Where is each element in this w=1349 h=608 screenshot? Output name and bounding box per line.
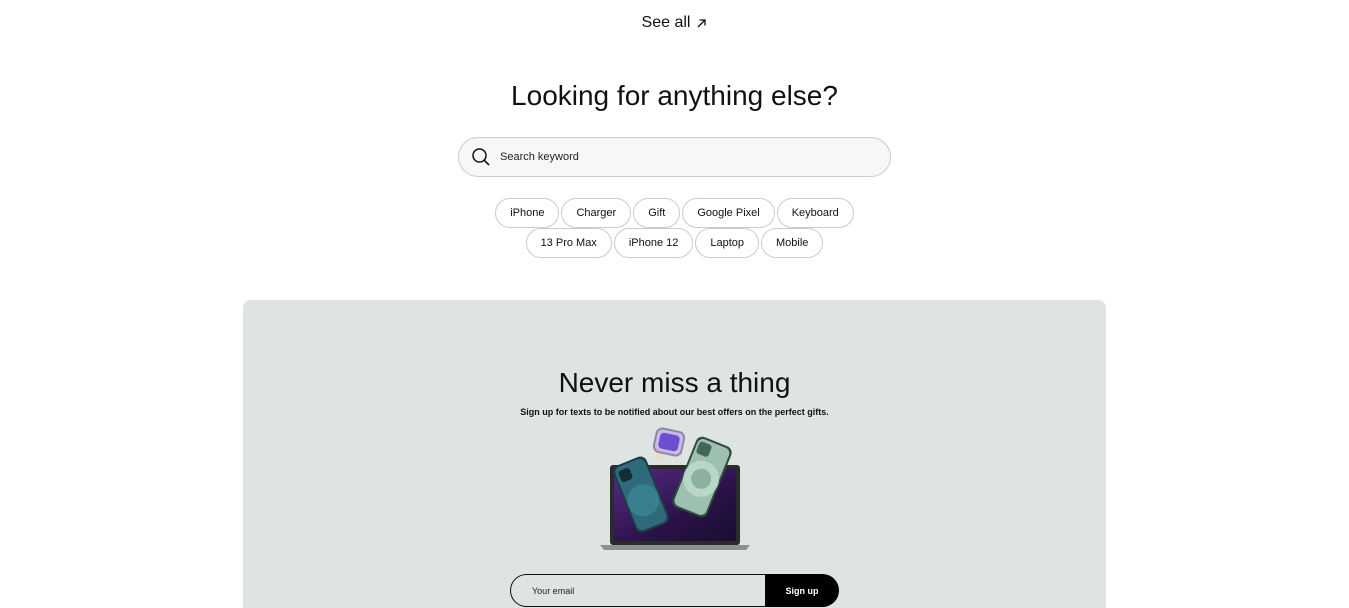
devices-illustration [600,427,750,550]
email-signup-form: Sign up [510,574,839,607]
chip-keyboard[interactable]: Keyboard [776,198,854,228]
arrow-up-right-icon [696,18,707,29]
chip-13-pro-max[interactable]: 13 Pro Max [525,228,612,258]
suggestion-chips: iPhone Charger Gift Google Pixel Keyboar… [0,198,1349,258]
see-all-link[interactable]: See all [0,11,1349,35]
see-all-label: See all [641,14,691,31]
chip-laptop[interactable]: Laptop [695,228,760,258]
signup-subtitle: Sign up for texts to be notified about o… [520,407,829,417]
chip-charger[interactable]: Charger [561,198,632,228]
email-input[interactable] [510,574,765,607]
chip-iphone[interactable]: iPhone [495,198,560,228]
signup-button[interactable]: Sign up [765,574,839,607]
chip-iphone-12[interactable]: iPhone 12 [613,228,694,258]
search-icon [471,147,491,167]
search-input[interactable] [500,138,860,176]
chip-google-pixel[interactable]: Google Pixel [682,198,775,228]
chip-row-2: 13 Pro Max iPhone 12 Laptop Mobile [525,228,824,258]
signup-title: Never miss a thing [558,367,791,398]
search-bar[interactable] [458,137,891,177]
search-section-title: Looking for anything else? [511,80,838,111]
chip-mobile[interactable]: Mobile [761,228,824,258]
newsletter-signup-panel: Never miss a thing Sign up for texts to … [243,300,1106,608]
chip-row-1: iPhone Charger Gift Google Pixel Keyboar… [495,198,854,228]
chip-gift[interactable]: Gift [633,198,681,228]
